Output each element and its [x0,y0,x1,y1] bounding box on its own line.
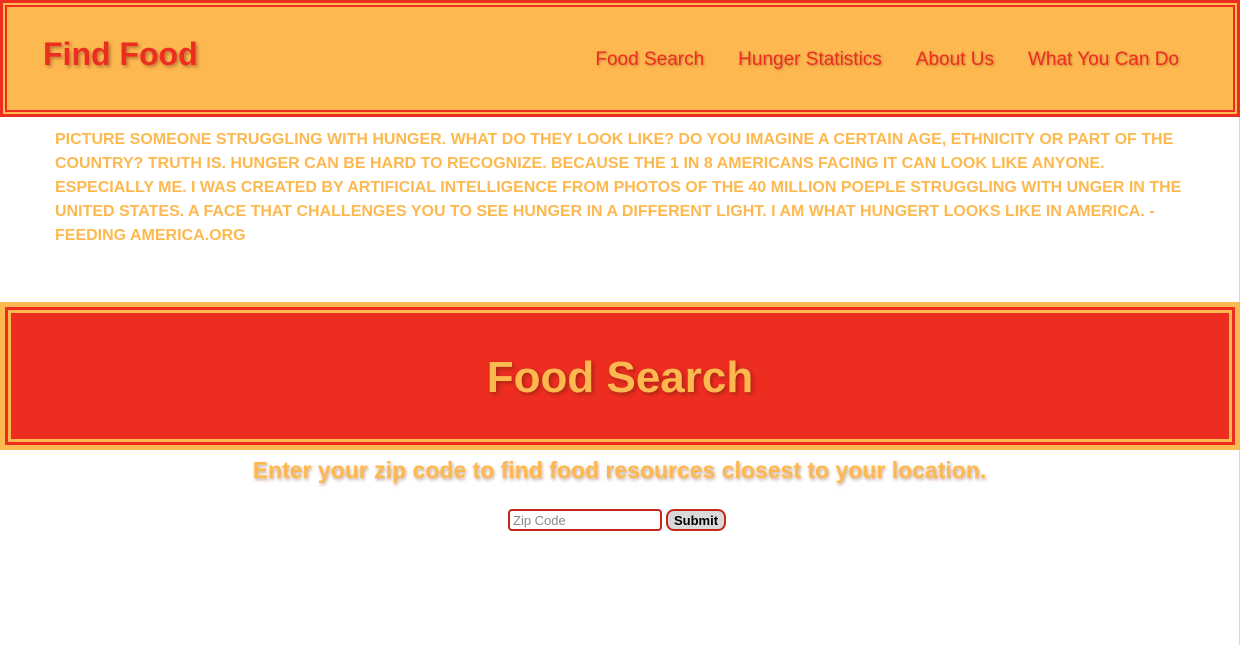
hunger-quote: Picture someone struggling with hunger. … [55,131,1182,244]
site-header: Find Food Food Search Hunger Statistics … [0,0,1240,117]
nav-link-about-us[interactable]: About Us [916,48,994,72]
nav-link-food-search[interactable]: Food Search [595,48,704,72]
nav-link-what-you-can-do[interactable]: What You Can Do [1028,48,1179,72]
zip-instructions: Enter your zip code to find food resourc… [252,457,987,483]
zip-search-form: Submit [508,509,727,531]
zip-code-input[interactable] [508,509,662,531]
nav-link-hunger-statistics[interactable]: Hunger Statistics [738,48,882,72]
main-nav: Food Search Hunger Statistics About Us W… [595,48,1179,72]
page: Find Food Food Search Hunger Statistics … [0,0,1240,645]
food-search-heading: Food Search [486,353,754,402]
submit-button[interactable]: Submit [666,509,727,531]
food-search-banner: Food Search [0,302,1240,450]
site-logo-title[interactable]: Find Food [43,35,198,73]
